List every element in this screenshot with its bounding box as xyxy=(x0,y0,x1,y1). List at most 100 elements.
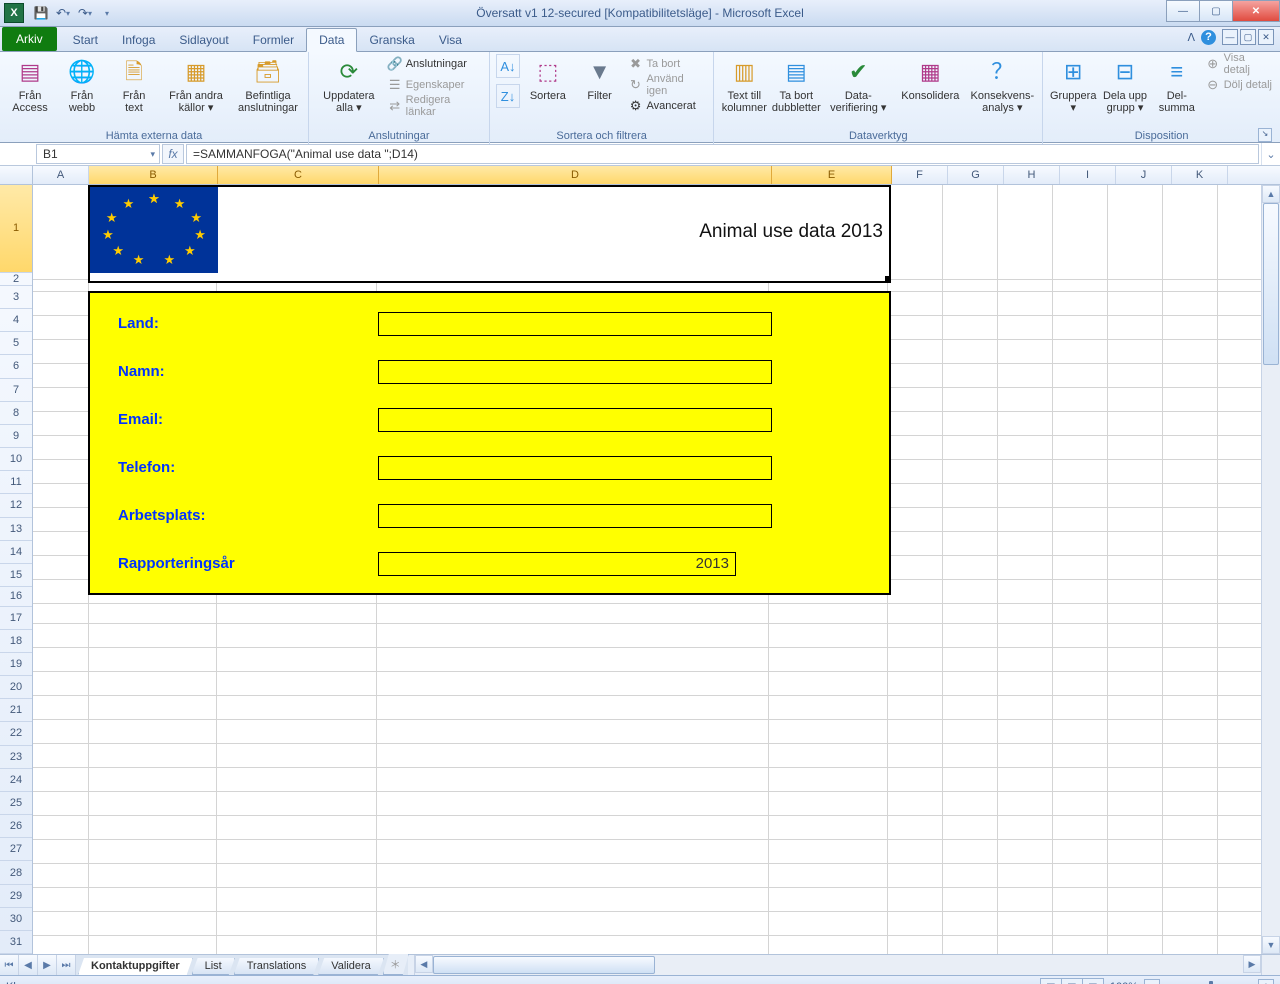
scroll-right-icon[interactable]: ▶ xyxy=(1243,955,1261,973)
row-header[interactable]: 4 xyxy=(0,309,32,332)
row-header[interactable]: 23 xyxy=(0,746,32,769)
remove-duplicates-button[interactable]: ▤Ta bortdubbletter xyxy=(772,54,820,114)
advanced-filter-button[interactable]: ⚙Avancerat xyxy=(628,96,708,116)
field-namn[interactable] xyxy=(378,360,772,384)
formula-input[interactable]: =SAMMANFOGA("Animal use data ";D14) xyxy=(186,144,1259,164)
col-header[interactable]: J xyxy=(1116,166,1172,184)
scroll-thumb[interactable] xyxy=(1263,203,1279,365)
col-header[interactable]: H xyxy=(1004,166,1060,184)
row-header[interactable]: 24 xyxy=(0,769,32,792)
sort-desc-button[interactable]: Z↓ xyxy=(496,84,520,108)
row-header[interactable]: 14 xyxy=(0,541,32,564)
sheet-nav-next[interactable]: ▶ xyxy=(38,955,57,975)
tab-sidlayout[interactable]: Sidlayout xyxy=(167,29,240,51)
horizontal-scrollbar[interactable]: ◀ ▶ xyxy=(414,955,1261,975)
col-header[interactable]: E xyxy=(772,166,892,184)
name-box[interactable]: B1 xyxy=(36,144,160,164)
save-button[interactable]: 💾 xyxy=(32,4,50,22)
field-telefon[interactable] xyxy=(378,456,772,480)
tab-start[interactable]: Start xyxy=(61,29,110,51)
qat-customize[interactable]: ▾ xyxy=(98,4,116,22)
worksheet-grid[interactable]: 1 2 3 4 5 6 7 8 9 10 11 12 13 14 15 16 1… xyxy=(0,185,1280,954)
row-header[interactable]: 28 xyxy=(0,861,32,884)
select-all-corner[interactable] xyxy=(0,166,33,184)
tab-visa[interactable]: Visa xyxy=(427,29,474,51)
connections-button[interactable]: 🔗Anslutningar xyxy=(387,54,483,74)
tab-granska[interactable]: Granska xyxy=(357,29,426,51)
dialog-launcher-icon[interactable]: ↘ xyxy=(1258,128,1272,142)
redo-button[interactable]: ↷▾ xyxy=(76,4,94,22)
row-header[interactable]: 26 xyxy=(0,815,32,838)
row-header[interactable]: 1 xyxy=(0,185,32,273)
what-if-button[interactable]: ？Konsekvens-analys ▾ xyxy=(968,54,1036,114)
scroll-up-icon[interactable]: ▲ xyxy=(1262,185,1280,203)
sheet-tab-validera[interactable]: Validera xyxy=(318,958,384,975)
ungroup-button[interactable]: ⊟Dela uppgrupp ▾ xyxy=(1101,54,1149,114)
from-other-sources-button[interactable]: ▦Från andrakällor ▾ xyxy=(162,54,230,114)
scroll-down-icon[interactable]: ▼ xyxy=(1262,936,1280,954)
sheet-nav-first[interactable]: ⏮ xyxy=(0,955,19,975)
field-rapporteringsar[interactable]: 2013 xyxy=(378,552,736,576)
subtotal-button[interactable]: ≡Del-summa xyxy=(1153,54,1201,114)
col-header[interactable]: K xyxy=(1172,166,1228,184)
row-header[interactable]: 7 xyxy=(0,379,32,402)
formula-bar-expand[interactable]: ⌄ xyxy=(1261,143,1280,165)
refresh-all-button[interactable]: ⟳Uppdateraalla ▾ xyxy=(315,54,383,114)
group-button[interactable]: ⊞Gruppera▾ xyxy=(1049,54,1097,114)
col-header[interactable]: B xyxy=(89,166,218,184)
row-header[interactable]: 2 xyxy=(0,273,32,286)
field-arbetsplats[interactable] xyxy=(378,504,772,528)
zoom-out-button[interactable]: − xyxy=(1144,979,1160,984)
ribbon-minimize-icon[interactable]: ᐱ xyxy=(1187,31,1195,44)
zoom-slider[interactable]: − + xyxy=(1144,979,1274,984)
row-header[interactable]: 15 xyxy=(0,564,32,587)
minimize-button[interactable]: — xyxy=(1166,0,1200,22)
sort-button[interactable]: ⬚Sortera xyxy=(524,54,572,102)
row-header[interactable]: 10 xyxy=(0,448,32,471)
zoom-in-button[interactable]: + xyxy=(1258,979,1274,984)
close-button[interactable]: ✕ xyxy=(1232,0,1280,22)
help-icon[interactable]: ? xyxy=(1201,30,1216,45)
workbook-close[interactable]: ✕ xyxy=(1258,29,1274,45)
filter-button[interactable]: ▼Filter xyxy=(576,54,624,102)
cells-area[interactable]: ★★ ★★ ★★ ★★ ★★ ★★ Animal use data 2013 L… xyxy=(33,185,1261,954)
col-header[interactable]: G xyxy=(948,166,1004,184)
from-web-button[interactable]: 🌐Frånwebb xyxy=(58,54,106,114)
sheet-tab-kontaktuppgifter[interactable]: Kontaktuppgifter xyxy=(78,958,193,975)
col-header[interactable]: F xyxy=(892,166,948,184)
row-header[interactable]: 13 xyxy=(0,518,32,541)
row-header[interactable]: 29 xyxy=(0,885,32,908)
field-land[interactable] xyxy=(378,312,772,336)
workbook-restore[interactable]: ▢ xyxy=(1240,29,1256,45)
row-header[interactable]: 27 xyxy=(0,838,32,861)
workbook-minimize[interactable]: — xyxy=(1222,29,1238,45)
tab-data[interactable]: Data xyxy=(306,28,357,52)
row-header[interactable]: 5 xyxy=(0,332,32,355)
new-sheet-button[interactable]: ＊ xyxy=(383,954,409,975)
row-header[interactable]: 17 xyxy=(0,607,32,630)
row-header[interactable]: 8 xyxy=(0,402,32,425)
row-header[interactable]: 12 xyxy=(0,494,32,517)
tab-infoga[interactable]: Infoga xyxy=(110,29,167,51)
scroll-thumb[interactable] xyxy=(433,956,655,974)
sort-asc-button[interactable]: A↓ xyxy=(496,54,520,78)
tab-formler[interactable]: Formler xyxy=(241,29,306,51)
row-header[interactable]: 22 xyxy=(0,722,32,745)
row-header[interactable]: 20 xyxy=(0,676,32,699)
row-header[interactable]: 31 xyxy=(0,931,32,954)
sheet-tab-translations[interactable]: Translations xyxy=(234,958,320,975)
scroll-left-icon[interactable]: ◀ xyxy=(415,955,433,973)
sheet-nav-prev[interactable]: ◀ xyxy=(19,955,38,975)
fx-icon[interactable]: fx xyxy=(163,147,183,161)
view-layout-button[interactable]: ▤ xyxy=(1061,978,1083,984)
view-pagebreak-button[interactable]: ▥ xyxy=(1082,978,1104,984)
row-header[interactable]: 30 xyxy=(0,908,32,931)
row-header[interactable]: 3 xyxy=(0,286,32,309)
maximize-button[interactable]: ▢ xyxy=(1199,0,1233,22)
col-header[interactable]: C xyxy=(218,166,379,184)
col-header[interactable]: A xyxy=(33,166,89,184)
view-normal-button[interactable]: ▦ xyxy=(1040,978,1062,984)
undo-button[interactable]: ↶▾ xyxy=(54,4,72,22)
existing-connections-button[interactable]: 🗃Befintligaanslutningar xyxy=(234,54,302,114)
row-header[interactable]: 16 xyxy=(0,587,32,606)
